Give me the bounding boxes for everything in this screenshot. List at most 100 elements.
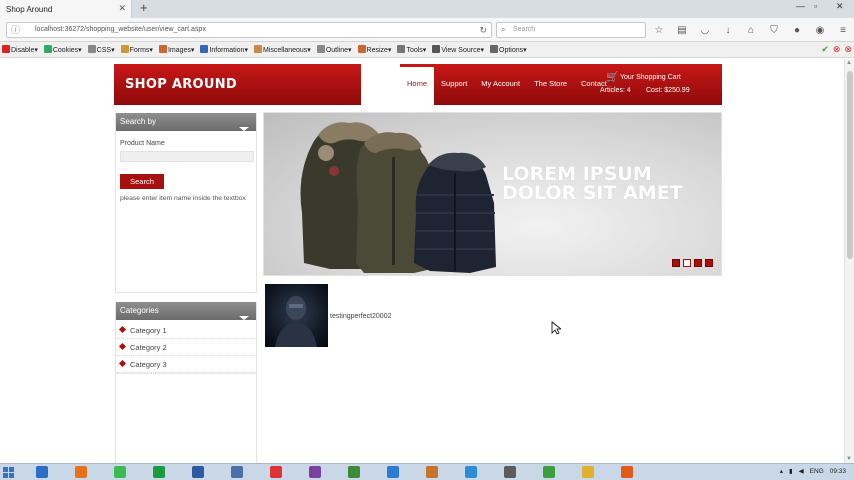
search-panel-heading: Search by	[116, 113, 256, 131]
devbar-icon	[158, 45, 167, 53]
site-logo[interactable]: SHOP AROUND	[114, 64, 361, 105]
sidebar-filler	[115, 374, 257, 463]
category-link[interactable]: Category 3	[116, 356, 256, 373]
clock[interactable]: 09:33	[830, 468, 846, 475]
minimize-icon[interactable]: —	[796, 1, 805, 11]
validation-ok-icon[interactable]: ✔	[821, 44, 829, 55]
product-thumbnail[interactable]	[265, 284, 328, 347]
home-icon[interactable]: ⌂	[744, 25, 758, 36]
product-name-label: Product Name	[120, 140, 165, 147]
product-name-input[interactable]	[120, 151, 254, 162]
devbar-item[interactable]: Tools▾	[397, 45, 426, 54]
devbar-item[interactable]: Information▾	[200, 45, 248, 54]
devbar-item[interactable]: View Source▾	[432, 45, 484, 54]
browser-search-input[interactable]: ⌕ Search	[496, 22, 646, 38]
explorer-icon[interactable]	[231, 466, 243, 478]
scroll-up-icon[interactable]: ▲	[846, 60, 852, 66]
categories-heading: Categories	[116, 302, 256, 320]
devbar-item[interactable]: Images▾	[158, 45, 194, 54]
volume-icon[interactable]: ◀	[799, 467, 804, 475]
devbar-item[interactable]: Resize▾	[357, 45, 391, 54]
nav-support[interactable]: Support	[434, 64, 474, 105]
tray-up-icon[interactable]: ▴	[780, 467, 783, 475]
devbar-item[interactable]: Outline▾	[316, 45, 352, 54]
browser-tab[interactable]: Shop Around ✕	[0, 0, 132, 18]
search-panel: Search by Product Name Search please ent…	[115, 113, 257, 293]
cart-articles: Articles: 4	[600, 87, 631, 94]
devbar-item[interactable]: Forms▾	[120, 45, 153, 54]
slide-dot[interactable]	[683, 259, 691, 267]
window-close-icon[interactable]: ✕	[836, 1, 844, 12]
start-button[interactable]	[3, 467, 14, 478]
excel-icon[interactable]	[348, 466, 360, 478]
reload-icon[interactable]: ↻	[479, 23, 487, 37]
devbar-item[interactable]: CSS▾	[87, 45, 115, 54]
navigation-toolbar: ⓘ localhost:36272/shopping_website/user/…	[0, 18, 854, 42]
main-nav: Home Support My Account The Store Contact 🛒 …	[400, 64, 722, 105]
cart-cost: Cost: $250.99	[646, 87, 690, 94]
firefox-active-icon[interactable]	[621, 466, 633, 478]
search-hint: please enter item name inside the textbo…	[120, 195, 246, 202]
toolbar-icons: ☆ ▤ ◡ ↓ ⌂ ⛉ ● ◉ ≡	[652, 22, 850, 38]
cart-title: Your Shopping Cart	[620, 74, 681, 81]
scroll-down-icon[interactable]: ▼	[846, 456, 852, 462]
category-link[interactable]: Category 1	[116, 322, 256, 339]
extension-icon[interactable]: ●	[790, 25, 804, 36]
slide-dot[interactable]	[694, 259, 702, 267]
bookmark-star-icon[interactable]: ☆	[652, 25, 666, 36]
devbar-icon	[432, 45, 441, 53]
visual-studio-icon[interactable]	[387, 466, 399, 478]
search-placeholder: Search	[513, 26, 536, 33]
maximize-icon[interactable]: ▫	[814, 1, 817, 11]
nav-the-store[interactable]: The Store	[527, 64, 574, 105]
app-icon[interactable]	[192, 466, 204, 478]
app-icon-3[interactable]	[426, 466, 438, 478]
new-tab-icon[interactable]: +	[140, 1, 148, 15]
devbar-icon	[253, 45, 262, 53]
app-icon-2[interactable]	[309, 466, 321, 478]
hero-banner: LOREM IPSUM DOLOR SIT AMET	[263, 112, 722, 276]
error-icon[interactable]: ⊗	[833, 44, 841, 55]
reading-list-icon[interactable]: ▤	[675, 25, 689, 36]
cart-icon: 🛒	[606, 72, 619, 83]
firefox-icon[interactable]	[75, 466, 87, 478]
network-icon[interactable]: ▮	[789, 467, 793, 475]
scrollbar-thumb[interactable]	[847, 71, 853, 259]
product-name[interactable]: testingperfect20002	[330, 313, 392, 320]
nav-my-account[interactable]: My Account	[474, 64, 527, 105]
devbar-label: Tools▾	[406, 47, 427, 54]
category-link[interactable]: Category 2	[116, 339, 256, 356]
vertical-scrollbar[interactable]: ▲ ▼	[844, 59, 854, 463]
search-button[interactable]: Search	[120, 174, 164, 189]
shield-icon[interactable]: ⛉	[767, 25, 781, 36]
windows-taskbar: ▴ ▮ ◀ ENG 09:33	[0, 463, 854, 480]
address-bar[interactable]: ⓘ localhost:36272/shopping_website/user/…	[6, 22, 492, 38]
categories-panel: Categories Category 1 Category 2 Category …	[115, 302, 257, 374]
folder-icon[interactable]	[582, 466, 594, 478]
tab-close-icon[interactable]: ✕	[118, 3, 126, 14]
site-info-icon[interactable]: ⓘ	[11, 23, 20, 37]
app-icon-5[interactable]	[504, 466, 516, 478]
devbar-icon	[357, 45, 366, 53]
ie-icon[interactable]	[36, 466, 48, 478]
slide-dot[interactable]	[672, 259, 680, 267]
filezilla-icon[interactable]	[270, 466, 282, 478]
error-icon-2[interactable]: ⊗	[844, 44, 852, 55]
slide-dot[interactable]	[705, 259, 713, 267]
menu-icon[interactable]: ≡	[836, 25, 850, 36]
devbar-item[interactable]: Miscellaneous▾	[253, 45, 311, 54]
app-icon-4[interactable]	[465, 466, 477, 478]
language-indicator[interactable]: ENG	[810, 468, 824, 475]
edge-icon[interactable]	[153, 466, 165, 478]
devbar-item[interactable]: Cookies▾	[43, 45, 82, 54]
sync-icon[interactable]: ◉	[813, 25, 827, 36]
download-icon[interactable]: ↓	[721, 25, 735, 36]
devbar-item[interactable]: Options▾	[490, 45, 527, 54]
nav-home[interactable]: Home	[400, 67, 435, 105]
app-icon-6[interactable]	[543, 466, 555, 478]
pocket-icon[interactable]: ◡	[698, 25, 712, 36]
devbar-icon	[120, 45, 129, 53]
mouse-cursor-icon	[551, 321, 561, 335]
devbar-item[interactable]: Disable▾	[2, 45, 38, 54]
chrome-icon[interactable]	[114, 466, 126, 478]
